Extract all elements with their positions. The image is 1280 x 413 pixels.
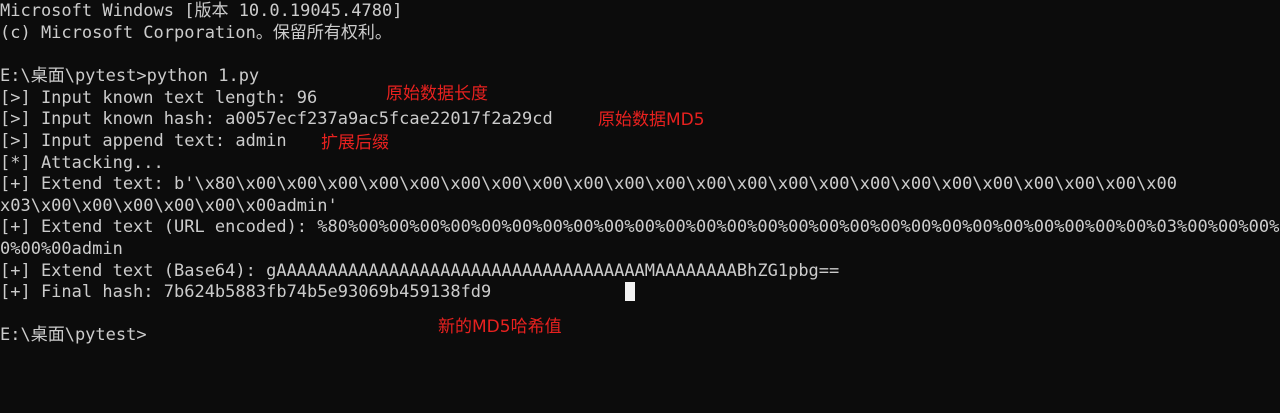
annotation-extend-suffix: 扩展后缀 <box>321 133 389 153</box>
annotation-original-md5: 原始数据MD5 <box>598 110 705 130</box>
terminal-line-append-text: [>] Input append text: admin <box>0 131 287 151</box>
terminal-line-extend-text-cont: x03\x00\x00\x00\x00\x00\x00admin' <box>0 196 338 216</box>
terminal-line-final-hash: [+] Final hash: 7b624b5883fb74b5e93069b4… <box>0 282 492 302</box>
terminal-line-url-encoded-cont: 0%00%00admin <box>0 239 123 259</box>
terminal-line-attacking: [*] Attacking... <box>0 153 164 173</box>
terminal-prompt[interactable]: E:\桌面\pytest> <box>0 325 147 347</box>
terminal-line-base64: [+] Extend text (Base64): gAAAAAAAAAAAAA… <box>0 261 840 281</box>
terminal-line-copyright: (c) Microsoft Corporation。保留所有权利。 <box>0 23 392 43</box>
text-cursor <box>625 282 635 301</box>
terminal-line-os-version: Microsoft Windows [版本 10.0.19045.4780] <box>0 1 403 21</box>
terminal-line-extend-text: [+] Extend text: b'\x80\x00\x00\x00\x00\… <box>0 174 1178 194</box>
annotation-new-md5: 新的MD5哈希值 <box>438 317 562 337</box>
terminal-line-known-length: [>] Input known text length: 96 <box>0 88 318 108</box>
annotation-original-length: 原始数据长度 <box>386 84 488 104</box>
terminal-line-url-encoded: [+] Extend text (URL encoded): %80%00%00… <box>0 217 1280 237</box>
terminal-line-command: E:\桌面\pytest>python 1.py <box>0 66 260 86</box>
terminal-window[interactable]: Microsoft Windows [版本 10.0.19045.4780] (… <box>0 0 1280 413</box>
terminal-line-known-hash: [>] Input known hash: a0057ecf237a9ac5fc… <box>0 109 553 129</box>
